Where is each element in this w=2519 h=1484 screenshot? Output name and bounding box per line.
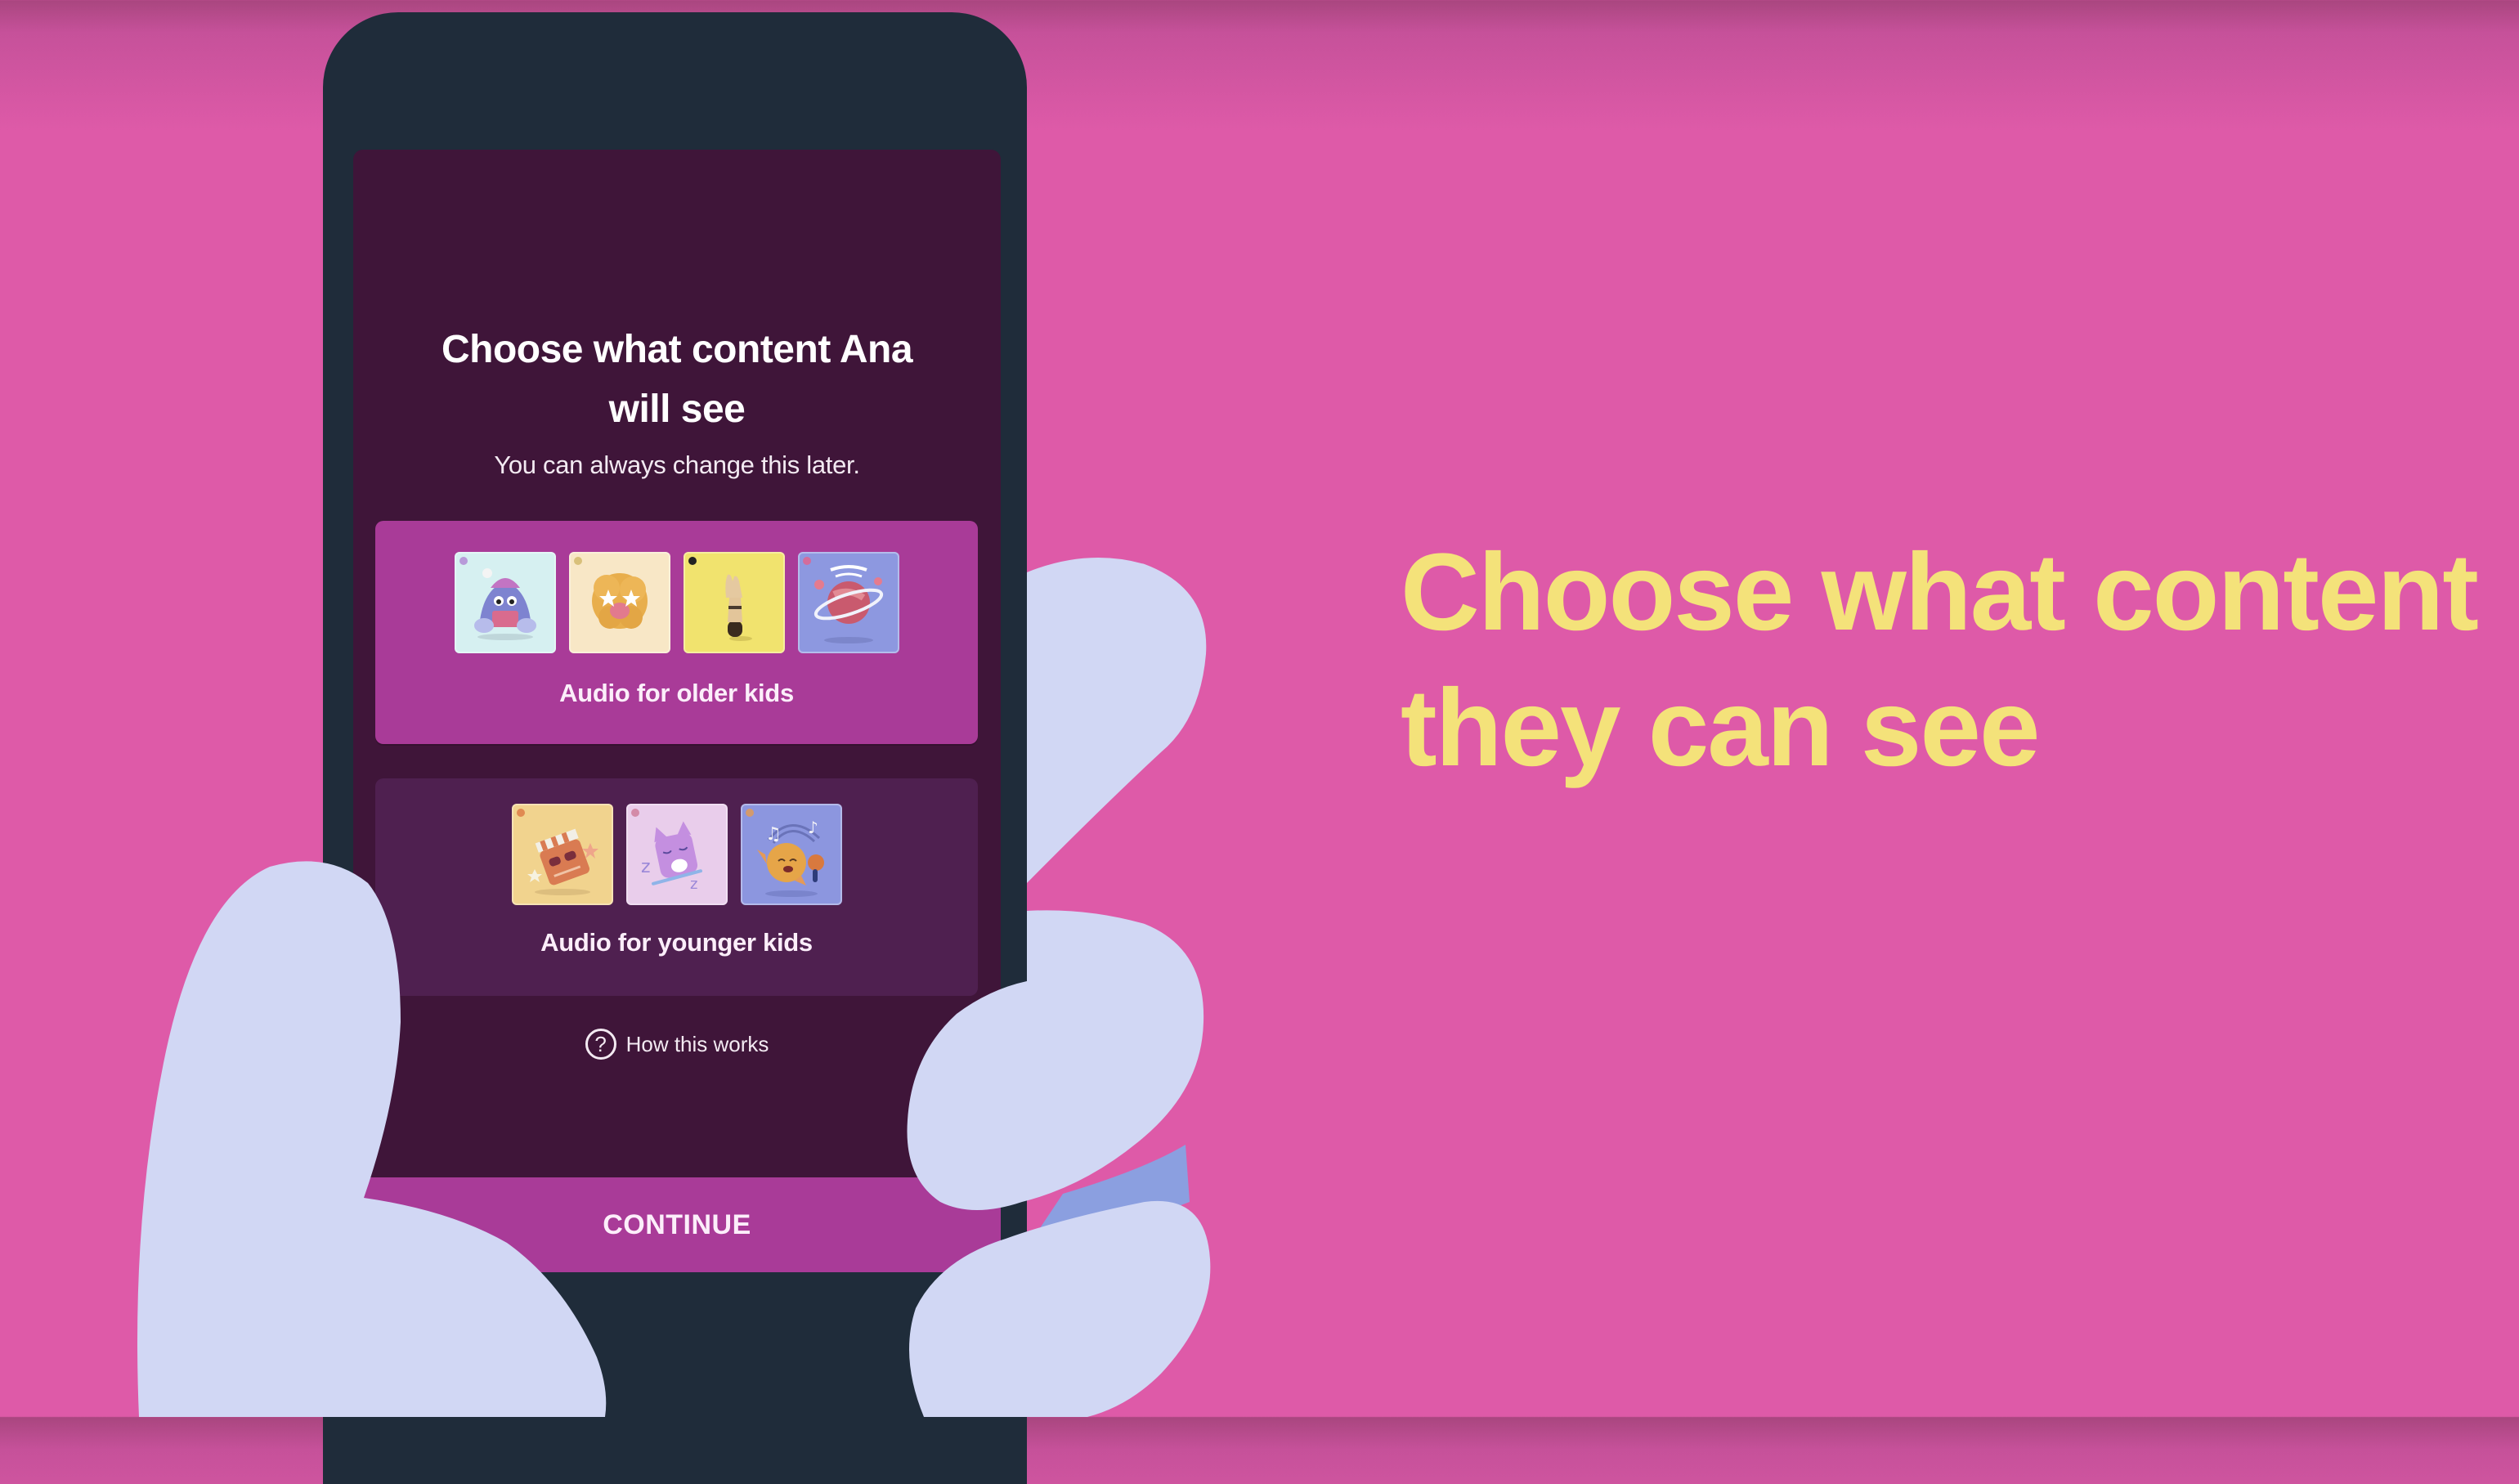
clapperboard-sunglasses-icon bbox=[511, 804, 613, 905]
option-label: Audio for younger kids bbox=[540, 928, 813, 957]
finger-shadow bbox=[1038, 1145, 1190, 1231]
phone-screen: Choose what content Ana will see You can… bbox=[353, 150, 1001, 1272]
screen-title-line-1: Choose what content Ana bbox=[441, 328, 913, 371]
svg-text:z: z bbox=[690, 876, 697, 893]
finger-top bbox=[1027, 558, 1207, 883]
book-reading-creature-icon bbox=[454, 552, 556, 653]
screen-title-line-2: will see bbox=[608, 388, 746, 431]
headline-line-2: they can see bbox=[1401, 667, 2040, 789]
thumbnail-row: zz ♫ ♪ bbox=[375, 804, 978, 905]
sleeping-cat-icon: zz bbox=[625, 804, 728, 905]
how-this-works-label: How this works bbox=[625, 1031, 769, 1056]
marketing-headline: Choose what content they can see bbox=[1401, 525, 2479, 796]
option-card-older-kids[interactable]: Audio for older kids bbox=[375, 521, 978, 744]
svg-text:♫: ♫ bbox=[765, 824, 782, 845]
screen-subtitle: You can always change this later. bbox=[494, 451, 860, 479]
option-card-younger-kids[interactable]: zz ♫ ♪ Audio for younger kids bbox=[375, 778, 978, 996]
raised-hand-icon bbox=[683, 552, 785, 653]
finger-shadow bbox=[1027, 965, 1063, 1006]
screen-title: Choose what content Ana will see bbox=[353, 320, 1001, 439]
thumbnail-row bbox=[375, 552, 978, 653]
singing-sun-microphone-icon: ♫ ♪ bbox=[740, 804, 842, 905]
help-circle-icon: ? bbox=[585, 1029, 616, 1060]
svg-text:z: z bbox=[641, 857, 651, 877]
svg-text:♪: ♪ bbox=[808, 818, 818, 837]
continue-button[interactable]: CONTINUE bbox=[353, 1177, 1001, 1272]
headline-line-1: Choose what content bbox=[1401, 531, 2479, 653]
option-label: Audio for older kids bbox=[559, 679, 794, 707]
star-eyed-fluffy-creature-icon bbox=[568, 552, 670, 653]
how-this-works-link[interactable]: ? How this works bbox=[353, 1029, 1001, 1060]
ringed-planet-icon bbox=[797, 552, 899, 653]
